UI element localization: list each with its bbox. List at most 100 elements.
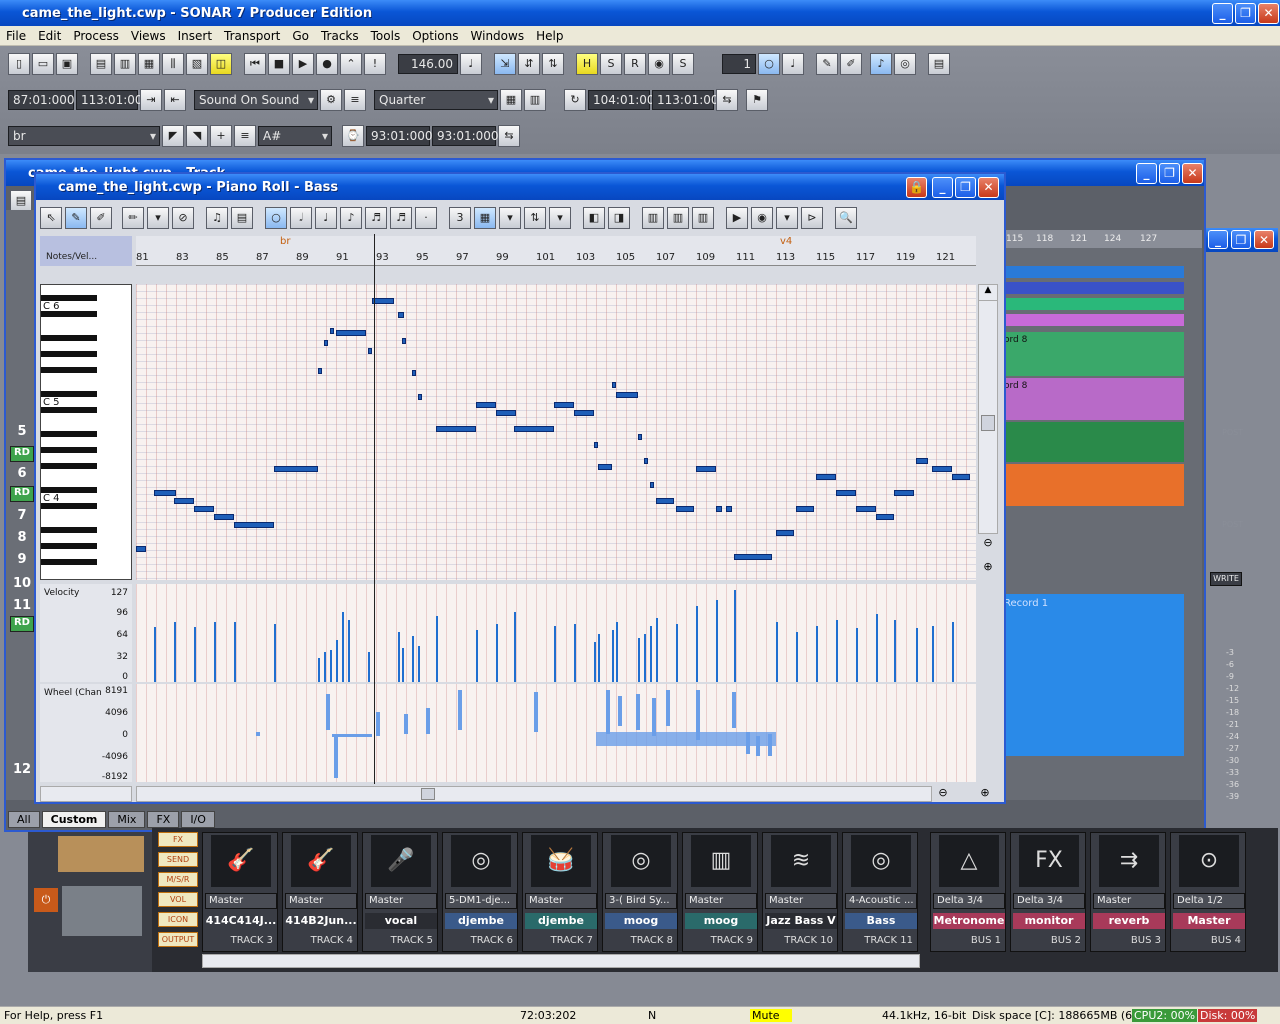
thirtysecond-note-icon[interactable]: ♬	[390, 207, 412, 229]
marker-select[interactable]: br	[8, 126, 160, 146]
console-strip[interactable]: FX Delta 3/4 monitor BUS 2	[1010, 832, 1086, 952]
triplet-button[interactable]: 3	[449, 207, 471, 229]
wheel-event[interactable]	[596, 732, 776, 746]
velocity-bar[interactable]	[412, 636, 414, 682]
strip-name[interactable]: reverb	[1093, 913, 1165, 929]
draw-tool-icon[interactable]: ✎	[65, 207, 87, 229]
midi-note[interactable]	[726, 506, 732, 512]
piano-roll-ruler[interactable]: 81 83 85 87 89 91 93 95 97 99 101 103 105 107 109 111 11…	[136, 236, 976, 266]
clip[interactable]	[1004, 314, 1184, 326]
dropdown-icon[interactable]: ▾	[776, 207, 798, 229]
midi-note[interactable]	[856, 506, 876, 512]
add-marker-icon[interactable]: +	[210, 125, 232, 147]
strip-output-select[interactable]: Master	[205, 893, 277, 909]
show-controller-icon[interactable]: ◨	[608, 207, 630, 229]
menu-transport[interactable]: Transport	[218, 29, 286, 43]
menu-options[interactable]: Options	[406, 29, 464, 43]
midi-note[interactable]	[336, 330, 366, 336]
whole-note-duration-icon[interactable]: ○	[265, 207, 287, 229]
console-scrollbar[interactable]	[202, 954, 920, 968]
snap-grid-toggle-icon[interactable]: ▦	[474, 207, 496, 229]
black-key[interactable]	[41, 351, 97, 357]
properties-icon[interactable]: ▤	[928, 53, 950, 75]
console-strip[interactable]: ◎ 4-Acoustic ... Bass TRACK 11	[842, 832, 918, 952]
prev-marker-icon[interactable]: ◤	[162, 125, 184, 147]
wheel-event[interactable]	[426, 708, 430, 734]
tab-mix[interactable]: Mix	[108, 811, 146, 828]
midi-record-icon[interactable]: ◉	[751, 207, 773, 229]
vertical-scrollbar[interactable]: ▲	[978, 284, 998, 534]
solo-s-button[interactable]: S	[600, 53, 622, 75]
midi-note[interactable]	[696, 466, 716, 472]
midi-note[interactable]	[398, 312, 404, 318]
show-tracks-icon[interactable]: ◧	[583, 207, 605, 229]
pr-minimize-button[interactable]: _	[932, 177, 953, 198]
midi-note[interactable]	[894, 490, 914, 496]
velocity-bar[interactable]	[476, 630, 478, 682]
record-mode-select[interactable]: Sound On Sound	[194, 90, 318, 110]
mini-close-button[interactable]: ✕	[1254, 230, 1274, 249]
midi-note[interactable]	[154, 490, 176, 496]
midi-note[interactable]	[476, 402, 496, 408]
marker-list-icon[interactable]: ≡	[234, 125, 256, 147]
midi-note[interactable]	[598, 464, 612, 470]
clip[interactable]	[1004, 266, 1184, 278]
black-key[interactable]	[41, 391, 97, 397]
midi-note[interactable]	[796, 506, 814, 512]
key-select[interactable]: A#	[258, 126, 332, 146]
record-options-icon[interactable]: ⚙	[320, 89, 342, 111]
note-grid[interactable]	[136, 284, 976, 580]
close-button[interactable]: ✕	[1258, 3, 1279, 24]
black-key[interactable]	[41, 527, 97, 533]
midi-play-icon[interactable]: ▶	[726, 207, 748, 229]
quarter-note-duration-icon[interactable]: ♩	[315, 207, 337, 229]
midi-note[interactable]	[816, 474, 836, 480]
menu-help[interactable]: Help	[530, 29, 569, 43]
sixteenth-note-icon[interactable]: ♬	[365, 207, 387, 229]
time-sel-icon[interactable]: ⌚	[342, 125, 364, 147]
menu-edit[interactable]: Edit	[32, 29, 67, 43]
velocity-bar[interactable]	[514, 612, 516, 682]
strip-name[interactable]: djembe	[445, 913, 517, 929]
snap-grid-icon[interactable]: ▦	[500, 89, 522, 111]
grid-toggle-icon[interactable]: ⇅	[542, 53, 564, 75]
midi-note[interactable]	[368, 348, 372, 354]
strip-name[interactable]: djembe	[525, 913, 597, 929]
strip-name[interactable]: moog	[685, 913, 757, 929]
dropdown-icon[interactable]: ▾	[499, 207, 521, 229]
black-key[interactable]	[41, 543, 97, 549]
velocity-bar[interactable]	[916, 628, 918, 682]
metronome-toggle-icon[interactable]: ⌃	[340, 53, 362, 75]
midi-note[interactable]	[412, 370, 416, 376]
strip-output-select[interactable]: Delta 3/4	[933, 893, 1005, 909]
velocity-bar[interactable]	[638, 638, 640, 682]
open-icon[interactable]: ▭	[32, 53, 54, 75]
midi-note[interactable]	[274, 466, 318, 472]
maximize-button[interactable]: ❐	[1235, 3, 1256, 24]
midi-note[interactable]	[372, 298, 394, 304]
clip[interactable]	[1004, 464, 1184, 506]
strip-output-select[interactable]: 4-Acoustic ...	[845, 893, 917, 909]
event-list-icon[interactable]: ▧	[186, 53, 208, 75]
selection-end-field[interactable]: 93:01:000	[432, 126, 499, 146]
marker-flag[interactable]: br	[280, 236, 290, 247]
menu-go[interactable]: Go	[286, 29, 315, 43]
midi-note[interactable]	[496, 410, 516, 416]
strip-output-select[interactable]: 5-DM1-dje...	[445, 893, 517, 909]
midi-note[interactable]	[656, 498, 674, 504]
horizontal-scrollbar[interactable]	[136, 786, 932, 802]
dropdown-icon[interactable]: ▾	[147, 207, 169, 229]
clip[interactable]: ord 8	[1004, 378, 1184, 420]
velocity-bar[interactable]	[418, 646, 420, 682]
track-view-icon[interactable]: ▤	[90, 53, 112, 75]
tab-custom[interactable]: Custom	[41, 811, 107, 828]
track-number-7[interactable]: 7	[10, 508, 34, 524]
loop-start-field[interactable]: 104:01:000	[588, 90, 662, 110]
clip[interactable]	[1004, 422, 1184, 462]
edit-tool-icon[interactable]: ✎	[816, 53, 838, 75]
velocity-bar[interactable]	[650, 626, 652, 682]
velocity-bar[interactable]	[348, 620, 350, 682]
midi-note[interactable]	[136, 546, 146, 552]
track-number-10[interactable]: 10	[10, 576, 34, 592]
console-strip[interactable]: ◎ 3-( Bird Sy... moog TRACK 8	[602, 832, 678, 952]
